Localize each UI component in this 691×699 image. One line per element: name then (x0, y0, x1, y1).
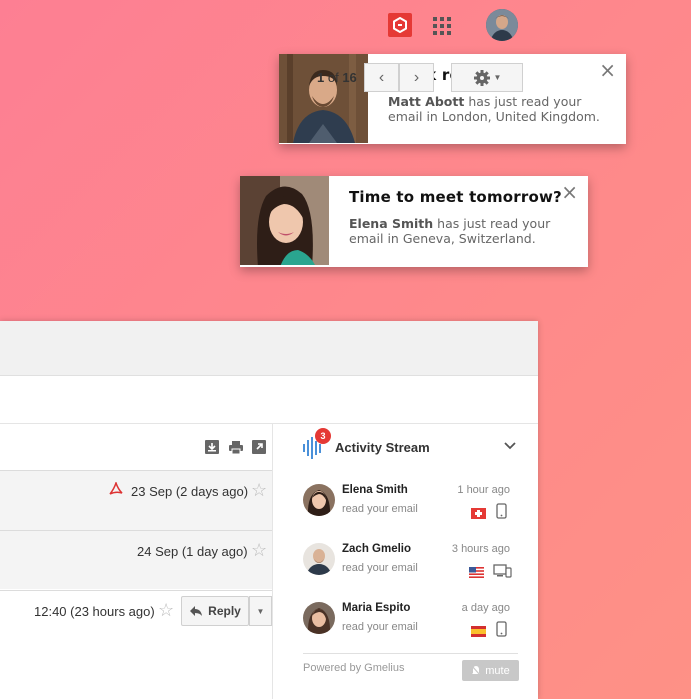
activity-time: a day ago (461, 602, 510, 614)
chevron-down-icon[interactable] (504, 442, 516, 450)
activity-item[interactable]: Elena Smith read your email 1 hour ago (303, 484, 518, 534)
settings-button[interactable]: ▼ (451, 63, 523, 92)
email-date: 23 Sep (2 days ago) (131, 484, 249, 499)
download-icon[interactable] (205, 440, 219, 454)
row-divider (0, 530, 272, 531)
phone-icon (496, 503, 507, 519)
notification-message: Matt Abott has just read your email in L… (388, 94, 612, 124)
activity-item[interactable]: Zach Gmelio read your email 3 hours ago (303, 543, 518, 593)
avatar (303, 543, 335, 575)
activity-action: read your email (342, 562, 418, 574)
print-icon[interactable] (229, 440, 243, 454)
powered-by-label: Powered by Gmelius (303, 662, 405, 674)
activity-name: Zach Gmelio (342, 543, 412, 555)
pdf-attachment-icon (109, 482, 123, 495)
activity-action: read your email (342, 503, 418, 515)
activity-name: Maria Espito (342, 602, 411, 614)
mute-label: mute (485, 664, 510, 677)
top-bar (0, 321, 538, 376)
activity-time: 3 hours ago (451, 543, 510, 555)
newer-button[interactable]: ‹ (364, 63, 399, 92)
notification-count-badge: 3 (315, 428, 331, 444)
activity-time: 1 hour ago (457, 484, 510, 496)
chevron-left-icon: ‹ (378, 68, 385, 86)
activity-action: read your email (342, 621, 418, 633)
chevron-right-icon: › (413, 68, 420, 86)
close-icon[interactable]: × (561, 182, 578, 202)
desktop-and-mobile-icon (493, 564, 512, 578)
elena-smith-photo (240, 176, 329, 265)
email-date: 24 Sep (1 day ago) (137, 544, 248, 559)
activity-stream-title: Activity Stream (335, 440, 430, 455)
older-button[interactable]: › (399, 63, 434, 92)
read-notification-elena[interactable]: Time to meet tomorrow? Elena Smith has j… (240, 176, 588, 267)
open-in-new-window-icon[interactable] (252, 440, 266, 454)
avatar (303, 484, 335, 516)
pager-count: 1 of 16 (317, 70, 357, 85)
star-icon[interactable]: ☆ (251, 480, 267, 501)
divider (272, 424, 273, 699)
row-divider (0, 590, 272, 591)
reply-options-button[interactable]: ▼ (249, 596, 272, 626)
activity-stream-header[interactable]: 3 Activity Stream (303, 428, 518, 459)
email-date: 12:40 (23 hours ago) (34, 604, 155, 619)
apps-grid-icon[interactable] (433, 17, 451, 35)
avatar (303, 602, 335, 634)
reply-icon (190, 606, 203, 616)
gear-icon (473, 69, 490, 86)
gmelius-logo-icon[interactable] (388, 13, 412, 37)
chevron-down-icon: ▼ (256, 606, 265, 616)
phone-icon (496, 621, 507, 637)
bell-off-icon (471, 665, 481, 676)
star-icon[interactable]: ☆ (251, 540, 267, 561)
reader-name: Matt Abott (388, 94, 465, 109)
matt-abott-photo (279, 54, 368, 143)
reader-name: Elena Smith (349, 216, 434, 231)
notification-message: Elena Smith has just read your email in … (349, 216, 574, 246)
chevron-down-icon: ▼ (493, 73, 502, 82)
usa-flag-icon (469, 567, 484, 578)
close-icon[interactable]: × (599, 60, 616, 80)
activity-name: Elena Smith (342, 484, 408, 496)
activity-item[interactable]: Maria Espito read your email a day ago (303, 602, 518, 652)
star-icon[interactable]: ☆ (158, 600, 174, 621)
account-avatar[interactable] (486, 9, 518, 41)
mute-button[interactable]: mute (462, 660, 519, 681)
reply-button[interactable]: Reply (181, 596, 249, 626)
spain-flag-icon (471, 626, 486, 637)
activity-footer-divider (303, 653, 518, 654)
pager-row (0, 376, 538, 424)
notification-title: Time to meet tomorrow? (349, 188, 562, 206)
reply-label: Reply (208, 604, 241, 618)
switzerland-flag-icon (471, 508, 486, 519)
